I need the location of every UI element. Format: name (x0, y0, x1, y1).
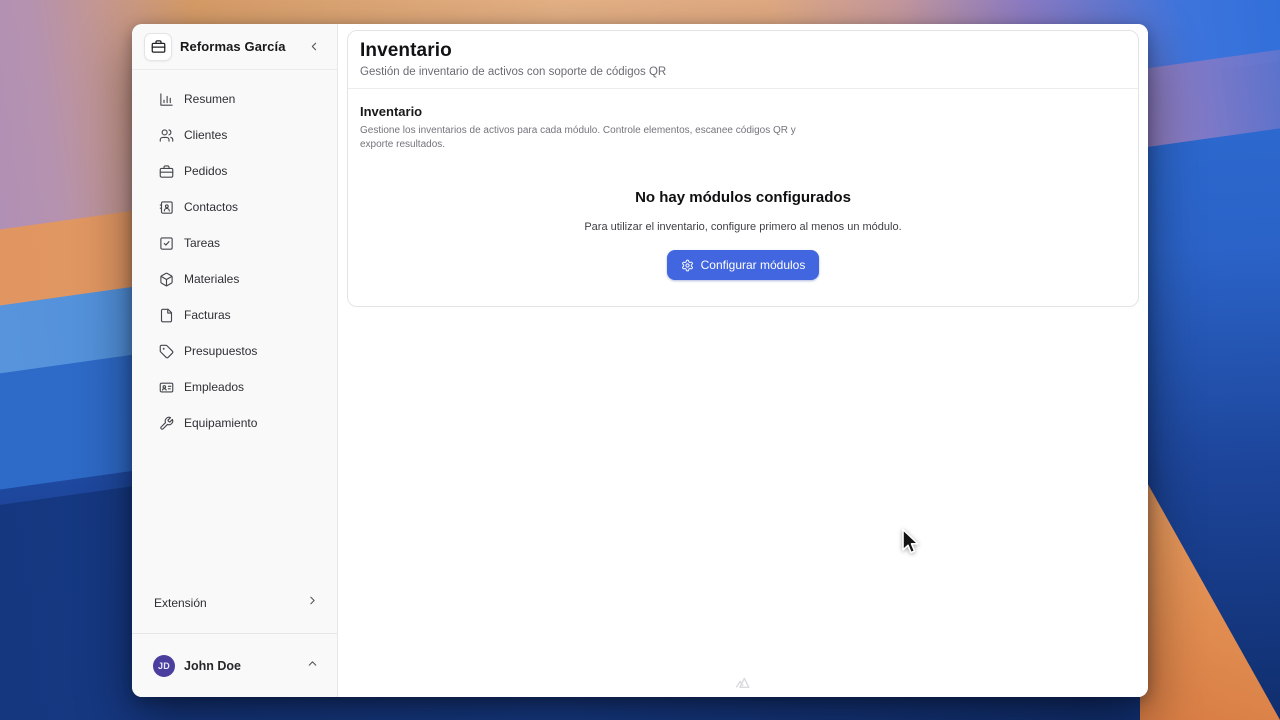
sidebar-item-contactos[interactable]: Contactos (132, 189, 337, 225)
sidebar-item-label: Materiales (184, 272, 239, 286)
sidebar-nav: Resumen Clientes Pedidos Contactos Tareas Mat… (132, 70, 337, 441)
gear-icon (681, 259, 694, 272)
sidebar-item-label: Presupuestos (184, 344, 257, 358)
page-title: Inventario (360, 40, 1126, 62)
id-card-icon (159, 380, 174, 395)
file-icon (159, 308, 174, 323)
section-title: Inventario (360, 104, 1126, 119)
main-content: Inventario Gestión de inventario de acti… (338, 24, 1148, 697)
sidebar-item-label: Facturas (184, 308, 231, 322)
user-menu[interactable]: JD John Doe (132, 634, 337, 697)
sidebar-collapse-button[interactable] (305, 38, 323, 56)
avatar: JD (153, 655, 175, 677)
sidebar-item-equipamiento[interactable]: Equipamiento (132, 405, 337, 441)
sidebar-item-label: Tareas (184, 236, 220, 250)
chevron-up-icon (306, 657, 319, 675)
sidebar-item-label: Clientes (184, 128, 227, 142)
wrench-icon (159, 416, 174, 431)
page-subtitle: Gestión de inventario de activos con sop… (360, 66, 1126, 78)
contact-icon (159, 200, 174, 215)
sidebar-item-pedidos[interactable]: Pedidos (132, 153, 337, 189)
sidebar: Reformas García Resumen Clientes Pedidos Co… (132, 24, 338, 697)
sidebar-item-resumen[interactable]: Resumen (132, 81, 337, 117)
card-body: Inventario Gestione los inventarios de a… (348, 89, 1138, 280)
brand-name: Reformas García (180, 39, 297, 54)
sidebar-item-facturas[interactable]: Facturas (132, 297, 337, 333)
sidebar-item-label: Resumen (184, 92, 235, 106)
empty-state-title: No hay módulos configurados (360, 189, 1126, 206)
configure-modules-button[interactable]: Configurar módulos (667, 250, 820, 280)
app-logo (144, 33, 172, 61)
sidebar-item-clientes[interactable]: Clientes (132, 117, 337, 153)
sidebar-item-label: Equipamiento (184, 416, 257, 430)
section-description: Gestione los inventarios de activos para… (360, 124, 830, 152)
mountains-icon (732, 674, 754, 695)
page-header: Inventario Gestión de inventario de acti… (348, 31, 1138, 89)
users-icon (159, 128, 174, 143)
sidebar-item-label: Contactos (184, 200, 238, 214)
sidebar-spacer (132, 441, 337, 583)
empty-state: No hay módulos configurados Para utiliza… (360, 189, 1126, 280)
chevron-left-icon (308, 40, 321, 53)
check-square-icon (159, 236, 174, 251)
briefcase-icon (159, 164, 174, 179)
sidebar-item-extension[interactable]: Extensión (132, 583, 337, 623)
empty-state-description: Para utilizar el inventario, configure p… (360, 221, 1126, 233)
user-name: John Doe (184, 659, 297, 673)
sidebar-item-label: Empleados (184, 380, 244, 394)
sidebar-item-label: Pedidos (184, 164, 227, 178)
extension-label: Extensión (154, 596, 207, 610)
tag-icon (159, 344, 174, 359)
sidebar-header: Reformas García (132, 24, 337, 70)
sidebar-item-materiales[interactable]: Materiales (132, 261, 337, 297)
package-icon (159, 272, 174, 287)
sidebar-item-presupuestos[interactable]: Presupuestos (132, 333, 337, 369)
chevron-right-icon (306, 594, 319, 612)
sidebar-item-tareas[interactable]: Tareas (132, 225, 337, 261)
inventory-card: Inventario Gestión de inventario de acti… (347, 30, 1139, 307)
sidebar-item-empleados[interactable]: Empleados (132, 369, 337, 405)
app-window: Reformas García Resumen Clientes Pedidos Co… (132, 24, 1148, 697)
bar-chart-icon (159, 92, 174, 107)
configure-modules-label: Configurar módulos (701, 258, 806, 272)
briefcase-icon (151, 39, 166, 54)
